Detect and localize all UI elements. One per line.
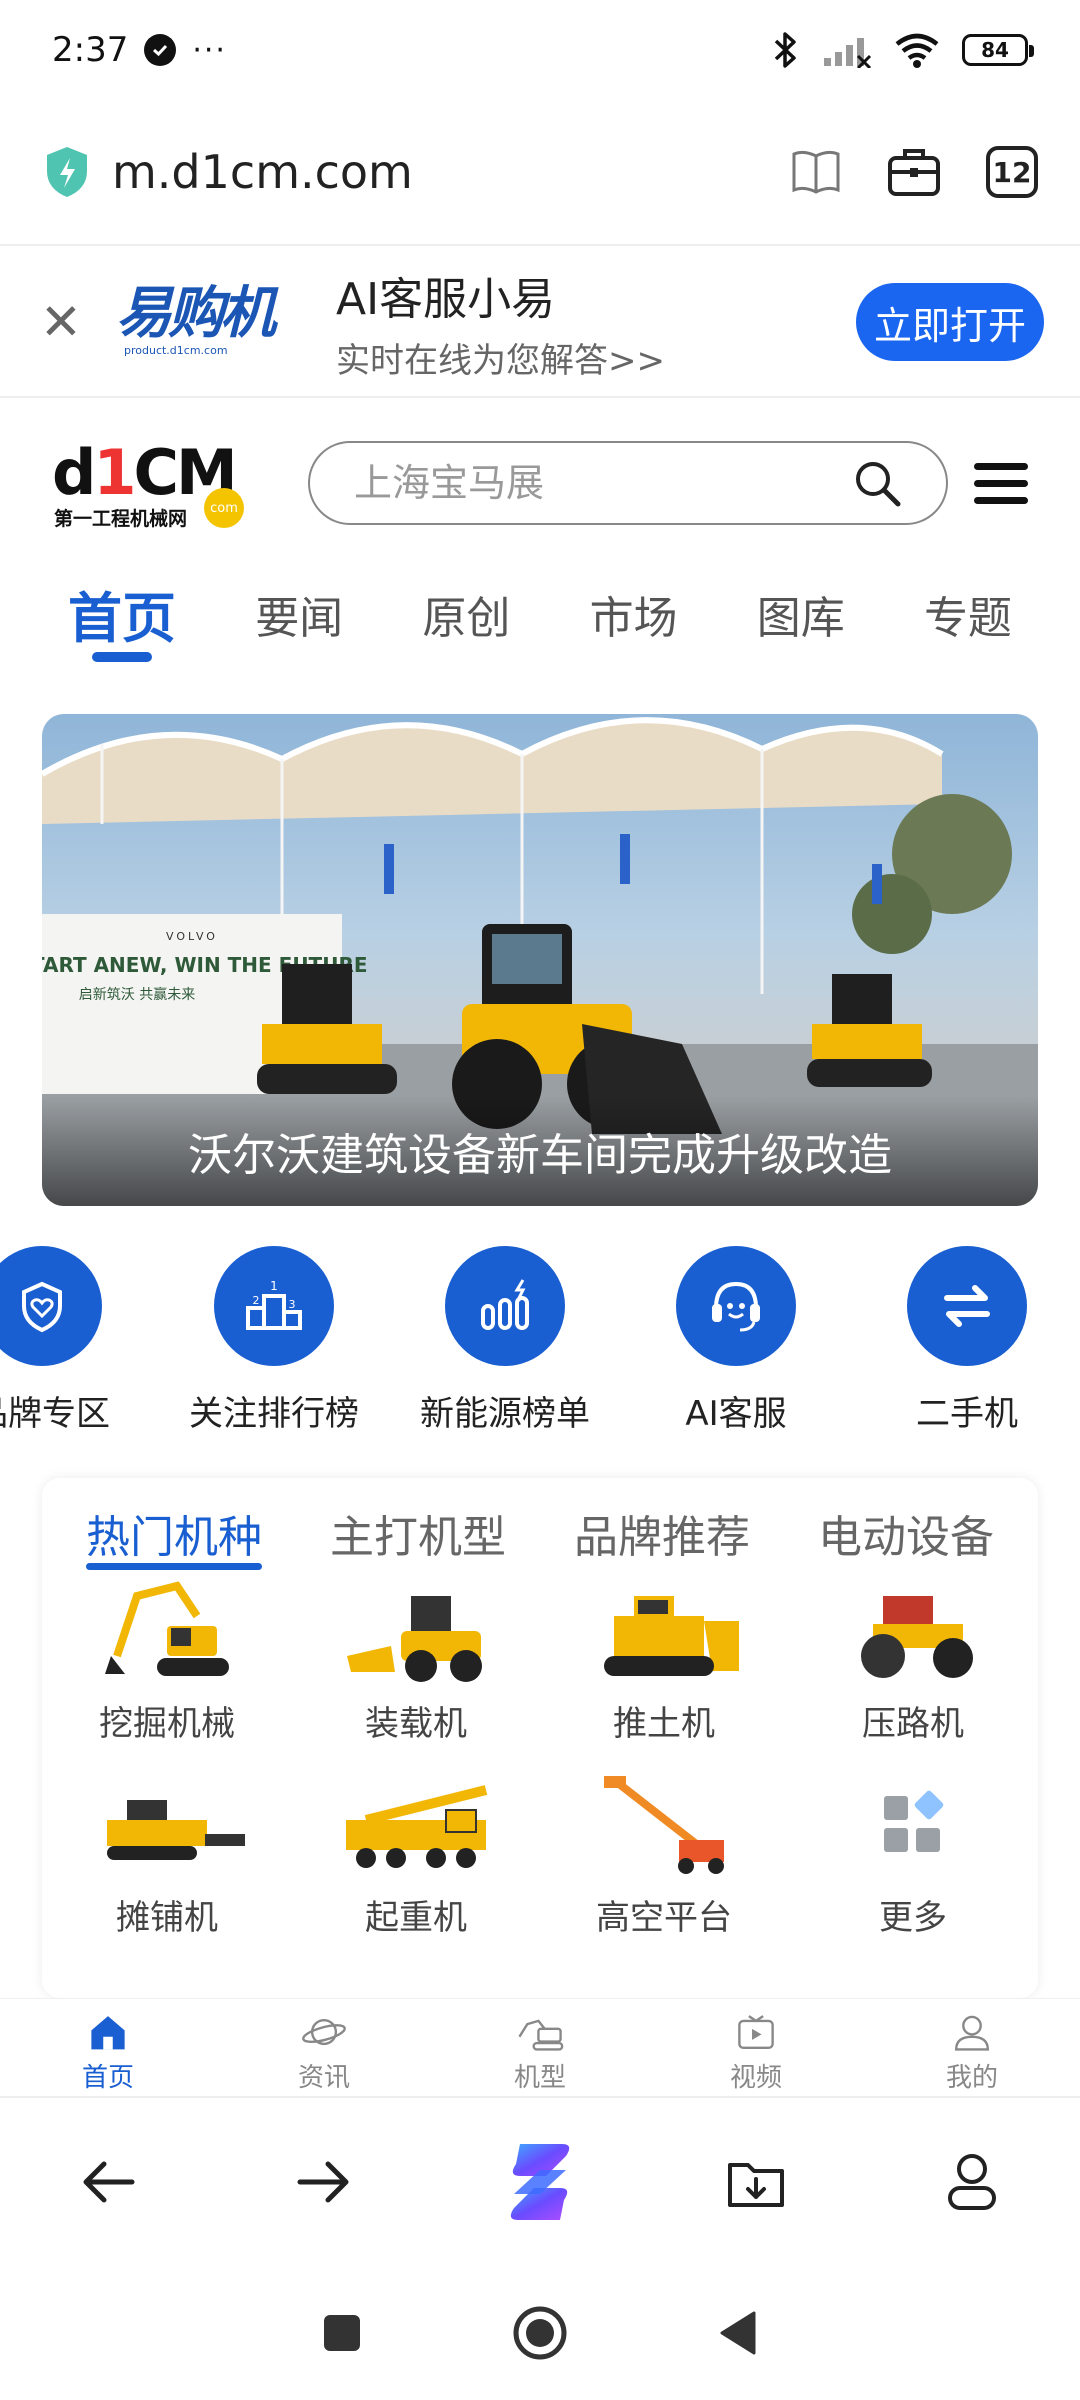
tab-brand-picks[interactable]: 品牌推荐 bbox=[574, 1501, 750, 1565]
svg-text:3: 3 bbox=[289, 1298, 296, 1311]
road-roller-icon bbox=[828, 1576, 998, 1686]
recents-square-icon[interactable] bbox=[322, 2313, 362, 2353]
category-paver[interactable]: 摊铺机 bbox=[57, 1770, 277, 1939]
app-promo-banner: ✕ 易购机 product.d1cm.com AI客服小易 实时在线为您解答>>… bbox=[0, 248, 1080, 398]
site-nav-models[interactable]: 机型 bbox=[460, 1999, 620, 2094]
quick-links: 品牌专区 123 关注排行榜 新能源榜单 AI客服 二手机 bbox=[0, 1246, 1080, 1436]
tab-electric-equipment[interactable]: 电动设备 bbox=[818, 1501, 994, 1565]
user-icon bbox=[954, 2015, 990, 2051]
category-aerial-platform[interactable]: 高空平台 bbox=[554, 1770, 774, 1939]
tab-flagship-models[interactable]: 主打机型 bbox=[330, 1501, 506, 1565]
yigouji-logo: 易购机 product.d1cm.com bbox=[116, 281, 276, 358]
tab-original[interactable]: 原创 bbox=[422, 568, 510, 646]
grid-more-icon bbox=[828, 1770, 998, 1880]
verified-check-icon bbox=[144, 34, 177, 66]
machine-category-card: 热门机种 主打机型 品牌推荐 电动设备 挖掘机械 装载机 推土机 压路机 摊铺机 bbox=[42, 1478, 1038, 1998]
quick-link-new-energy[interactable]: 新能源榜单 bbox=[395, 1246, 615, 1435]
browser-toolbar bbox=[0, 2096, 1080, 2266]
bluetooth-icon bbox=[774, 32, 796, 68]
search-input[interactable] bbox=[354, 461, 852, 505]
tv-play-icon bbox=[738, 2015, 774, 2050]
tab-switcher-button[interactable]: 12 bbox=[986, 146, 1038, 198]
tab-hot-types[interactable]: 热门机种 bbox=[86, 1501, 262, 1570]
home-circle-icon[interactable] bbox=[512, 2305, 568, 2361]
hero-carousel[interactable]: VOLVO START ANEW, WIN THE FUTURE 启新筑沃 共赢… bbox=[42, 714, 1038, 1206]
shield-heart-icon bbox=[0, 1246, 102, 1366]
search-icon[interactable] bbox=[852, 458, 902, 508]
system-navigation-bar bbox=[0, 2266, 1080, 2400]
bulldozer-icon bbox=[579, 1576, 749, 1686]
site-nav-home[interactable]: 首页 bbox=[28, 1999, 188, 2094]
promo-subtitle[interactable]: 实时在线为您解答>> bbox=[336, 333, 665, 382]
forward-arrow-icon[interactable] bbox=[279, 2137, 369, 2227]
svg-text:1: 1 bbox=[270, 1279, 278, 1293]
svg-text:2: 2 bbox=[253, 1294, 260, 1307]
account-icon[interactable] bbox=[927, 2137, 1017, 2227]
energy-bars-icon bbox=[445, 1246, 565, 1366]
category-excavator[interactable]: 挖掘机械 bbox=[57, 1576, 277, 1745]
tab-gallery[interactable]: 图库 bbox=[757, 568, 845, 646]
close-icon[interactable]: ✕ bbox=[36, 293, 86, 351]
tab-market[interactable]: 市场 bbox=[590, 568, 678, 646]
wifi-icon bbox=[895, 33, 939, 68]
back-arrow-icon[interactable] bbox=[63, 2137, 153, 2227]
paver-icon bbox=[82, 1770, 252, 1880]
tab-home[interactable]: 首页 bbox=[68, 568, 176, 653]
banner-slogan-cn-text: 启新筑沃 共赢未来 bbox=[79, 986, 195, 1003]
category-bulldozer[interactable]: 推土机 bbox=[554, 1576, 774, 1745]
loader-icon bbox=[331, 1576, 501, 1686]
back-triangle-icon[interactable] bbox=[718, 2309, 758, 2357]
quick-link-brand-zone[interactable]: 品牌专区 bbox=[0, 1246, 152, 1435]
site-nav-video[interactable]: 视频 bbox=[676, 1999, 836, 2094]
toolbox-icon[interactable] bbox=[886, 146, 942, 198]
section-tabs: 首页 要闻 原创 市场 图库 专题 bbox=[0, 568, 1080, 678]
browser-home-logo-icon[interactable] bbox=[495, 2137, 585, 2227]
cell-signal-icon bbox=[824, 38, 872, 68]
tab-topics[interactable]: 专题 bbox=[924, 568, 1012, 646]
quick-link-used-machines[interactable]: 二手机 bbox=[857, 1246, 1077, 1435]
aerial-platform-icon bbox=[579, 1770, 749, 1880]
search-box[interactable] bbox=[308, 441, 948, 525]
category-loader[interactable]: 装载机 bbox=[306, 1576, 526, 1745]
promo-title: AI客服小易 bbox=[336, 273, 556, 325]
quick-link-ranking[interactable]: 123 关注排行榜 bbox=[164, 1246, 384, 1435]
excavator-icon bbox=[82, 1576, 252, 1686]
url-text[interactable]: m.d1cm.com bbox=[112, 145, 413, 199]
category-more[interactable]: 更多 bbox=[803, 1770, 1023, 1939]
open-app-button[interactable]: 立即打开 bbox=[855, 283, 1044, 361]
d1cm-logo[interactable]: d1CM 第一工程机械网 com bbox=[52, 438, 244, 530]
swap-arrows-icon bbox=[907, 1246, 1027, 1366]
planet-icon bbox=[302, 2018, 346, 2046]
home-icon bbox=[91, 2016, 125, 2050]
downloads-icon[interactable] bbox=[711, 2137, 801, 2227]
battery-indicator: 84 bbox=[962, 34, 1034, 66]
hero-caption[interactable]: 沃尔沃建筑设备新车间完成升级改造 bbox=[42, 1096, 1038, 1206]
category-tabs: 热门机种 主打机型 品牌推荐 电动设备 bbox=[42, 1478, 1038, 1588]
machine-icon bbox=[518, 2019, 564, 2051]
status-time: 2:37 bbox=[52, 30, 129, 70]
site-nav-profile[interactable]: 我的 bbox=[892, 1999, 1052, 2094]
address-bar[interactable]: m.d1cm.com 12 bbox=[0, 100, 1080, 246]
secure-shield-icon bbox=[47, 147, 87, 197]
site-header: d1CM 第一工程机械网 com bbox=[0, 398, 1080, 568]
headset-icon bbox=[676, 1246, 796, 1366]
tab-news[interactable]: 要闻 bbox=[255, 568, 343, 646]
site-bottom-nav: 首页 资讯 机型 视频 我的 bbox=[0, 1998, 1080, 2094]
more-notifications-icon: ··· bbox=[192, 32, 227, 68]
category-road-roller[interactable]: 压路机 bbox=[803, 1576, 1023, 1745]
crane-icon bbox=[331, 1770, 501, 1880]
podium-icon: 12 3 bbox=[214, 1246, 334, 1366]
quick-link-ai-service[interactable]: AI客服 bbox=[626, 1246, 846, 1435]
category-crane[interactable]: 起重机 bbox=[306, 1770, 526, 1939]
site-nav-news[interactable]: 资讯 bbox=[244, 1999, 404, 2094]
reader-mode-icon[interactable] bbox=[790, 148, 842, 196]
banner-brand-text: VOLVO bbox=[166, 930, 218, 943]
hamburger-menu-icon[interactable] bbox=[974, 462, 1028, 504]
status-bar: 2:37 ··· 84 bbox=[0, 0, 1080, 100]
